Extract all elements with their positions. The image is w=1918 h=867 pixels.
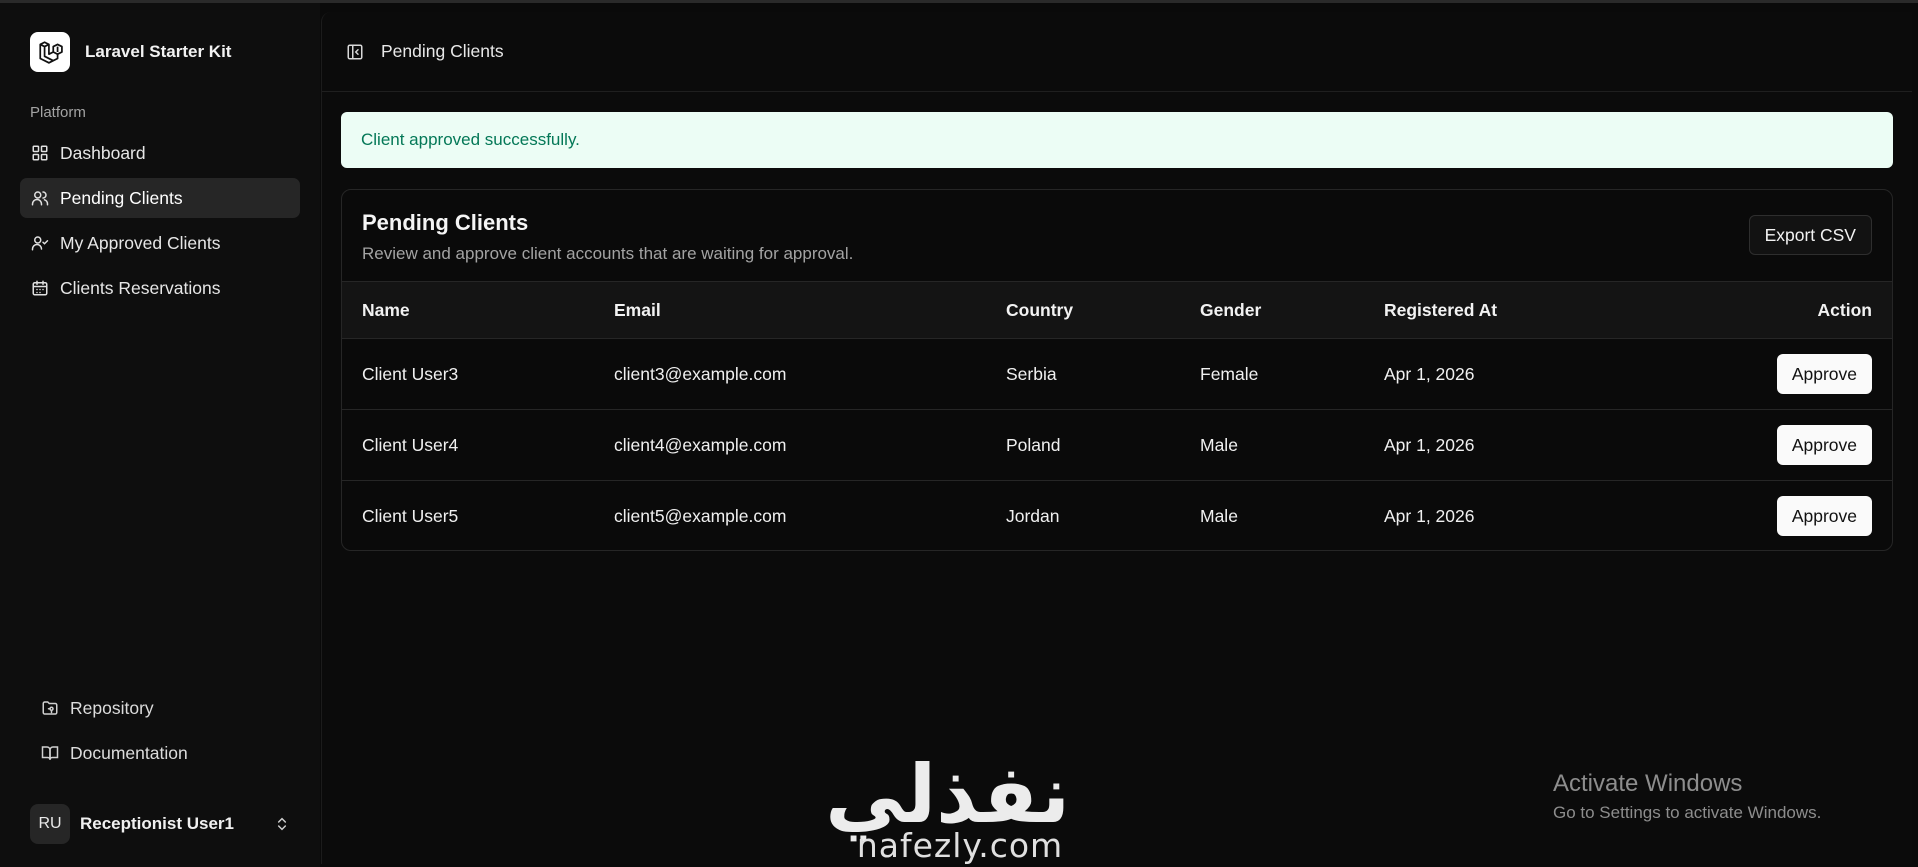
user-name: Receptionist User1 [80,814,234,833]
column-header-gender: Gender [1200,299,1262,320]
folder-git-icon [40,698,60,718]
sidebar-link-label: Documentation [70,742,188,763]
nav-section-label: Platform [30,104,86,121]
breadcrumb[interactable]: Pending Clients [381,41,504,62]
cell-registered-at: Apr 1, 2026 [1384,363,1475,384]
column-header-registered-at: Registered At [1384,299,1498,320]
laravel-logo-icon [30,32,70,72]
sidebar-item-dashboard[interactable]: Dashboard [20,133,300,173]
cell-gender: Female [1200,363,1259,384]
cell-action: Approve [1624,410,1892,481]
card-description: Review and approve client accounts that … [362,244,854,263]
sidebar-item-pending-clients[interactable]: Pending Clients [20,178,300,218]
approve-button[interactable]: Approve [1776,354,1872,394]
calendar-icon [30,278,50,298]
pending-clients-table: Name Email Country Gender Registered At … [342,281,1892,551]
cell-gender: Male [1200,434,1238,455]
table-row: Client User3 client3@example.com Serbia … [342,339,1892,410]
cell-country: Serbia [1006,363,1057,384]
sidebar-item-label: Clients Reservations [60,277,221,298]
cell-name: Client User5 [362,505,459,526]
sidebar-link-documentation[interactable]: Documentation [30,733,300,773]
watermark-latin: nafezly.com [856,826,1064,865]
cell-email: client4@example.com [614,434,787,455]
cell-country: Jordan [1006,505,1060,526]
sidebar-footer-links: Repository Documentation [30,688,300,778]
user-check-icon [30,233,50,253]
windows-activation-subtitle: Go to Settings to activate Windows. [1553,803,1822,822]
user-menu-trigger[interactable]: RU Receptionist User1 [30,803,300,845]
brand[interactable]: Laravel Starter Kit [30,32,231,72]
sidebar-nav: Dashboard Pending Clients My Approved Cl… [20,133,300,313]
success-alert: Client approved successfully. [341,112,1893,168]
sidebar-link-label: Repository [70,697,154,718]
table-header-row: Name Email Country Gender Registered At … [342,281,1892,339]
sidebar-item-clients-reservations[interactable]: Clients Reservations [20,268,300,308]
card-title: Pending Clients [362,210,529,235]
cell-email: client3@example.com [614,363,787,384]
approve-button[interactable]: Approve [1776,496,1872,537]
export-csv-button[interactable]: Export CSV [1748,215,1872,255]
sidebar-item-my-approved-clients[interactable]: My Approved Clients [20,223,300,263]
sidebar-item-label: Dashboard [60,142,146,163]
cell-name: Client User4 [362,434,459,455]
chevrons-up-down-icon [272,814,292,834]
column-header-country: Country [1006,299,1074,320]
table-row: Client User5 client5@example.com Jordan … [342,481,1892,551]
book-open-icon [40,743,60,763]
grid-icon [30,143,50,163]
cell-registered-at: Apr 1, 2026 [1384,434,1475,455]
cell-action: Approve [1624,481,1892,551]
sidebar-item-label: Pending Clients [60,187,183,208]
windows-activation-title: Activate Windows [1553,770,1743,797]
main-content: Pending Clients Client approved successf… [321,12,1912,864]
panel-left-toggle-icon[interactable] [344,41,366,63]
column-header-action: Action [1817,299,1872,320]
avatar: RU [30,804,70,844]
pending-clients-card: Pending Clients Review and approve clien… [341,189,1893,551]
sidebar-item-label: My Approved Clients [60,232,221,253]
cell-email: client5@example.com [614,505,787,526]
users-icon [30,188,50,208]
cell-country: Poland [1006,434,1061,455]
cell-action: Approve [1624,339,1892,410]
page-header: Pending Clients [322,12,1912,92]
sidebar-link-repository[interactable]: Repository [30,688,300,728]
cell-gender: Male [1200,505,1238,526]
app-name: Laravel Starter Kit [85,42,232,61]
column-header-email: Email [614,299,661,320]
cell-registered-at: Apr 1, 2026 [1384,505,1475,526]
table-row: Client User4 client4@example.com Poland … [342,410,1892,481]
cell-name: Client User3 [362,363,459,384]
approve-button[interactable]: Approve [1776,425,1872,465]
column-header-name: Name [362,299,410,320]
sidebar: Laravel Starter Kit Platform Dashboard P… [0,3,320,867]
windows-activation-notice: Activate Windows Go to Settings to activ… [1553,770,1821,823]
